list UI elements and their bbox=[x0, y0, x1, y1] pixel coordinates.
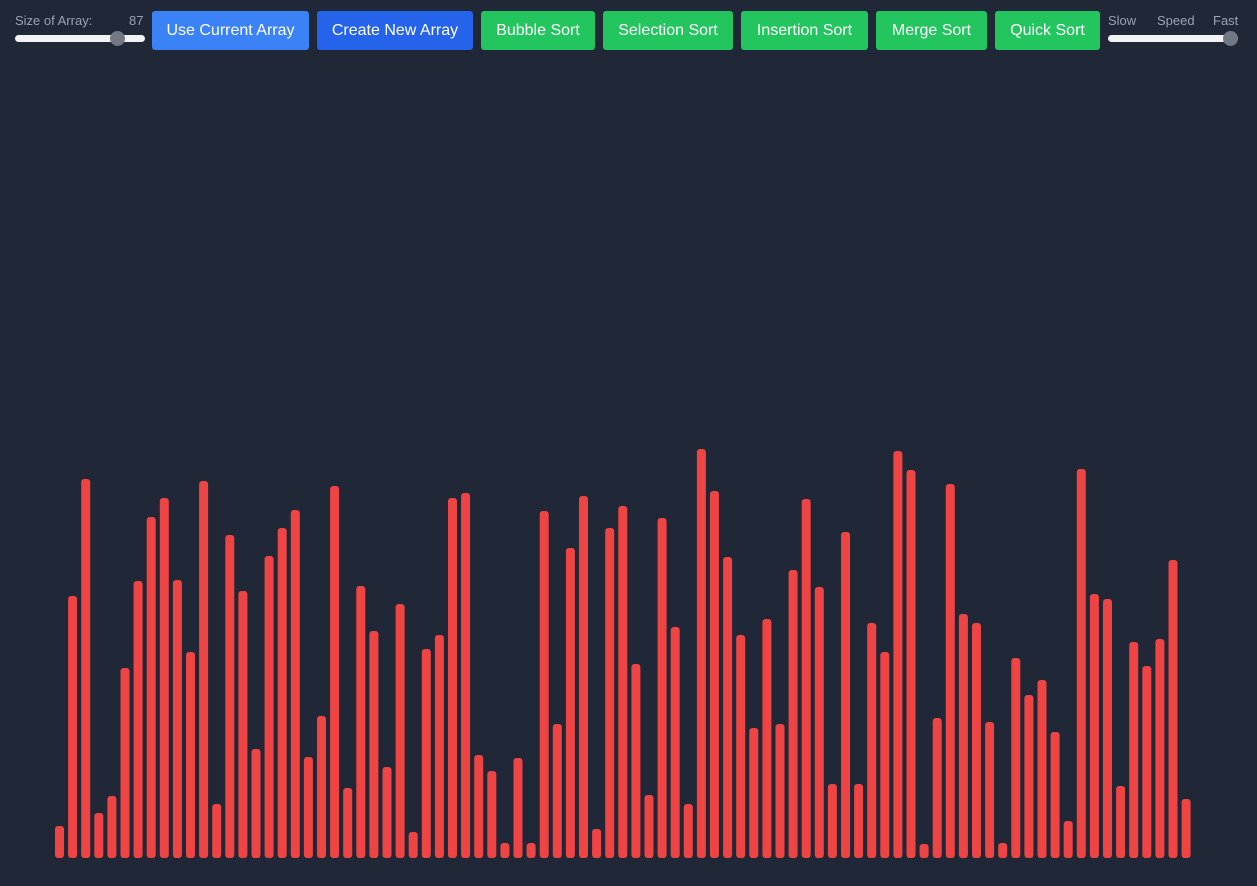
array-bar bbox=[513, 758, 523, 858]
array-bar bbox=[94, 813, 104, 858]
array-bar bbox=[55, 826, 64, 858]
array-bar bbox=[186, 652, 195, 858]
array-bar bbox=[172, 580, 182, 858]
array-bar bbox=[696, 449, 706, 858]
array-bar bbox=[710, 491, 719, 858]
array-bar bbox=[238, 591, 248, 858]
array-bar bbox=[736, 635, 746, 858]
array-bar bbox=[133, 581, 143, 858]
array-bar bbox=[146, 517, 156, 858]
array-bar bbox=[998, 843, 1008, 858]
array-bar bbox=[893, 451, 903, 858]
array-bar bbox=[644, 795, 654, 858]
array-bar bbox=[277, 528, 287, 858]
array-bar bbox=[945, 484, 955, 858]
array-bar bbox=[330, 486, 340, 858]
array-bar bbox=[552, 724, 562, 858]
array-bar bbox=[1089, 594, 1099, 858]
array-bar bbox=[657, 518, 667, 858]
array-bar bbox=[801, 499, 811, 858]
array-bar bbox=[683, 804, 693, 858]
array-bar bbox=[906, 470, 916, 858]
array-bar bbox=[81, 479, 91, 858]
array-bar bbox=[1011, 658, 1021, 858]
array-bar bbox=[985, 722, 995, 858]
array-bar bbox=[1024, 695, 1034, 858]
array-bar bbox=[618, 506, 628, 858]
array-bar bbox=[867, 623, 877, 858]
array-bar bbox=[159, 498, 169, 858]
array-bar bbox=[841, 532, 850, 858]
array-bar bbox=[972, 623, 981, 858]
array-bar bbox=[775, 724, 785, 858]
array-bar bbox=[68, 596, 78, 858]
array-bar bbox=[565, 548, 575, 858]
array-bar bbox=[225, 535, 235, 858]
array-bar bbox=[605, 528, 615, 858]
array-bar bbox=[212, 804, 222, 858]
array-bar bbox=[382, 767, 392, 858]
array-bar bbox=[1142, 666, 1152, 858]
array-bar bbox=[474, 755, 484, 858]
array-bar bbox=[670, 627, 680, 858]
array-bar bbox=[343, 788, 353, 858]
array-bar bbox=[395, 604, 405, 858]
array-bar bbox=[1050, 732, 1060, 858]
array-bar bbox=[251, 749, 261, 858]
array-bar bbox=[539, 511, 549, 858]
array-bar bbox=[1116, 786, 1126, 858]
array-bar bbox=[199, 481, 209, 858]
array-bar bbox=[303, 757, 313, 858]
array-bar bbox=[421, 649, 431, 858]
array-bar bbox=[356, 586, 366, 858]
array-bar bbox=[788, 570, 798, 858]
array-bar bbox=[434, 635, 444, 858]
array-bar bbox=[487, 771, 497, 858]
array-bars-canvas bbox=[55, 449, 1191, 858]
array-bar bbox=[958, 614, 968, 858]
array-bar bbox=[827, 784, 837, 858]
array-bar bbox=[1129, 642, 1139, 858]
array-bar bbox=[1076, 469, 1086, 858]
array-bar bbox=[1063, 821, 1073, 858]
array-bar bbox=[1155, 639, 1165, 858]
array-bar bbox=[500, 843, 510, 858]
array-bar bbox=[408, 832, 418, 858]
array-bar bbox=[762, 619, 772, 858]
array-bar bbox=[880, 652, 890, 858]
array-bar bbox=[592, 829, 602, 858]
array-bar bbox=[1181, 799, 1191, 858]
array-bar bbox=[526, 843, 536, 858]
array-bar bbox=[1103, 599, 1112, 858]
array-bar bbox=[448, 498, 457, 858]
array-bar bbox=[579, 496, 588, 858]
array-bar bbox=[854, 784, 864, 858]
array-bar bbox=[461, 493, 471, 858]
array-bar bbox=[1037, 680, 1047, 858]
array-bar bbox=[264, 556, 274, 858]
array-bar bbox=[317, 716, 326, 858]
array-bar bbox=[631, 664, 641, 858]
array-bar bbox=[290, 510, 300, 858]
array-bar bbox=[107, 796, 117, 858]
array-bar bbox=[1168, 560, 1178, 858]
array-bar bbox=[369, 631, 379, 858]
array-bar bbox=[723, 557, 733, 858]
array-bar bbox=[919, 844, 929, 858]
array-bar bbox=[120, 668, 130, 858]
array-bar bbox=[814, 587, 824, 858]
array-bar bbox=[749, 728, 759, 858]
array-bar bbox=[932, 718, 942, 858]
